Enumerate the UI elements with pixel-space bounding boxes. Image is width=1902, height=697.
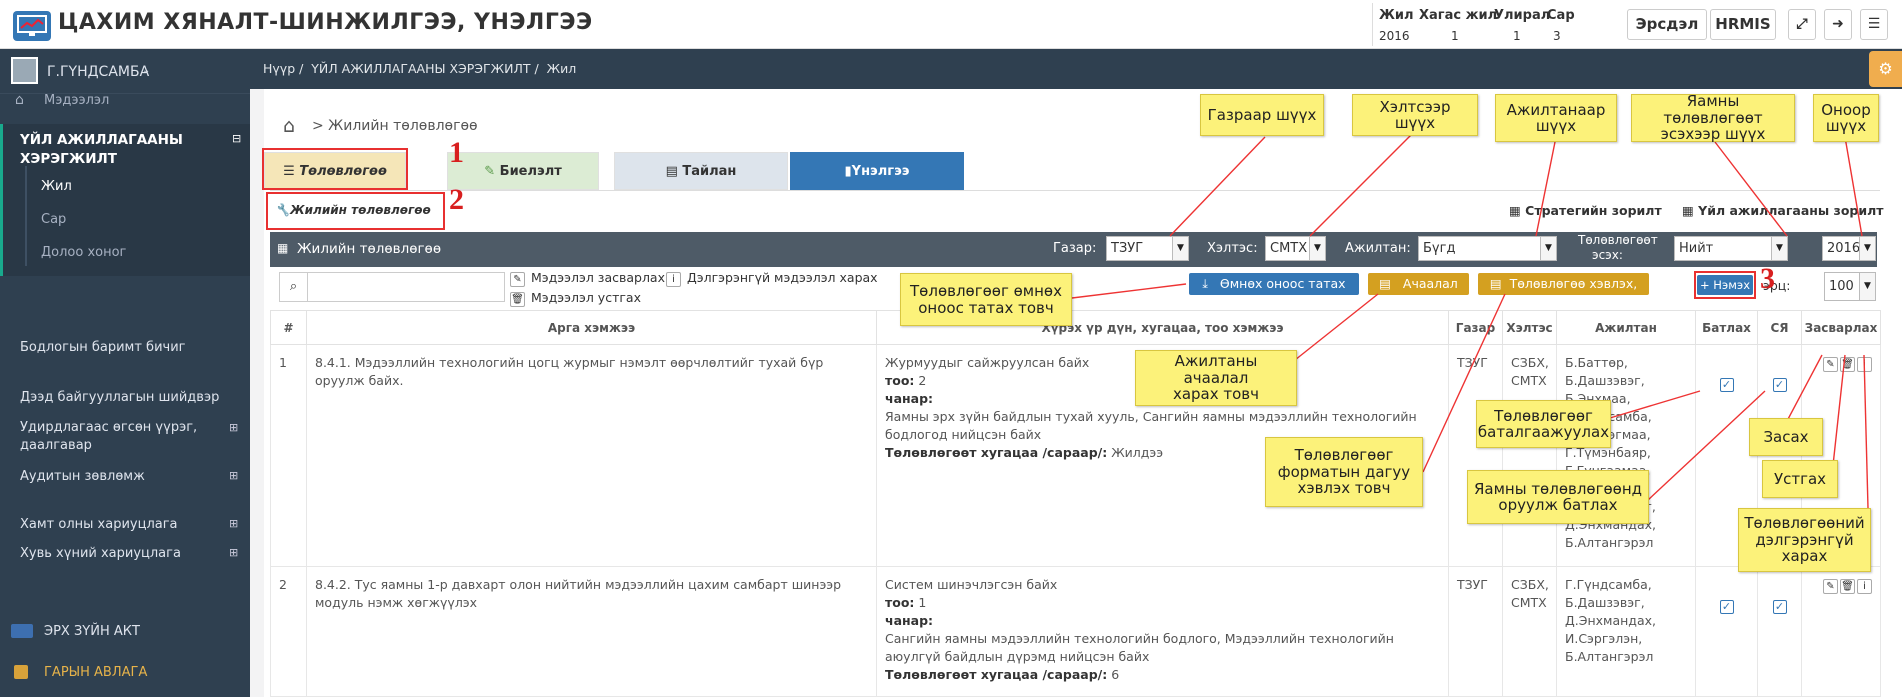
note-text: Яамны төлөвлөгөөнд [1473, 479, 1643, 498]
note-text: Төлөвлөгөөг өмнөх [910, 282, 1062, 300]
note-filter-year: Оноор шүүх [1813, 94, 1879, 142]
note-text: харах товч [1172, 385, 1260, 404]
note-text: Төлөвлөгөөг [1494, 406, 1593, 425]
note-confirm: Төлөвлөгөөг баталгаажуулах [1476, 400, 1611, 448]
note-delete: Устгах [1762, 460, 1838, 498]
note-workload: Ажилтаны ачаалал харах товч [1135, 350, 1297, 406]
note-text: Төлөвлөгөөг [1294, 446, 1394, 465]
note-text: Ажилтаны ачаалал [1174, 352, 1258, 387]
note-text: шүүх [1535, 117, 1577, 135]
note-text: Төлөвлөгөөний [1744, 514, 1865, 533]
note-text: Яамны төлөвлөгөөт [1663, 92, 1763, 127]
note-text: шүүх [1825, 117, 1867, 135]
note-text: Оноор [1821, 100, 1871, 119]
note-detail: Төлөвлөгөөний дэлгэрэнгүй харах [1738, 508, 1871, 572]
note-text: хэвлэх товч [1297, 479, 1391, 498]
note-text: форматын дагуу [1277, 462, 1411, 481]
note-pull-previous: Төлөвлөгөөг өмнөх оноос татах товч [900, 273, 1072, 326]
note-text: харах [1781, 547, 1828, 566]
note-print-format: Төлөвлөгөөг форматын дагуу хэвлэх товч [1265, 437, 1423, 507]
note-text: эсэхээр шүүх [1660, 125, 1766, 144]
note-text: оруулж батлах [1498, 496, 1618, 514]
note-filter-place: Газраар шүүх [1200, 94, 1324, 136]
note-ministry-approve: Яамны төлөвлөгөөнд оруулж батлах [1467, 470, 1649, 524]
note-edit: Засах [1749, 418, 1823, 456]
note-filter-ministry: Яамны төлөвлөгөөт эсэхээр шүүх [1631, 92, 1795, 144]
note-filter-unit: Хэлтсээр шүүх [1352, 94, 1478, 136]
note-text: Ажилтанаар [1506, 100, 1606, 119]
note-filter-employee: Ажилтанаар шүүх [1495, 94, 1617, 142]
note-text: дэлгэрэнгүй [1755, 530, 1854, 549]
note-text: баталгаажуулах [1477, 423, 1610, 441]
note-text: оноос татах товч [918, 298, 1054, 317]
